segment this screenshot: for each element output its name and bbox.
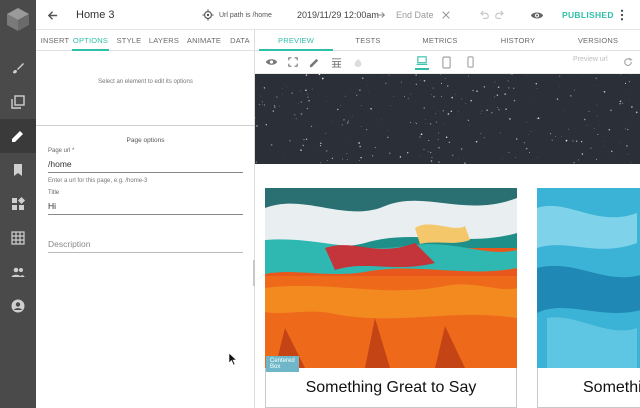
edit-icon xyxy=(12,131,23,142)
tablet-icon xyxy=(441,56,451,68)
select-element-hint: Select an element to edit its options xyxy=(98,79,193,85)
icon-rail xyxy=(0,0,36,408)
tab-tests[interactable]: TESTS xyxy=(333,30,403,51)
laptop-icon xyxy=(416,55,428,65)
card-title: Something Great to Say xyxy=(265,368,517,408)
top-bar: Home 3 Url path is /home 2019/11/29 12:0… xyxy=(36,0,640,30)
tab-history[interactable]: HISTORY xyxy=(483,30,553,51)
panel-divider xyxy=(36,125,255,126)
eye-icon xyxy=(265,59,277,65)
panel-tabs: INSERT OPTIONS STYLE LAYERS ANIMATE DATA xyxy=(36,30,255,51)
start-date-field[interactable]: 2019/11/29 12:00am xyxy=(297,0,379,30)
tab-layers[interactable]: LAYERS xyxy=(148,30,180,51)
rail-people-button[interactable] xyxy=(0,255,36,289)
close-icon xyxy=(442,11,450,19)
rail-edit-button[interactable] xyxy=(0,119,36,153)
widgets-icon xyxy=(12,196,26,210)
pencil-icon xyxy=(309,58,318,67)
tab-insert[interactable]: INSERT xyxy=(40,30,70,51)
mouse-cursor-icon xyxy=(228,352,238,366)
redo-button[interactable] xyxy=(494,0,506,30)
rail-layers-button[interactable] xyxy=(0,85,36,119)
end-date-field[interactable]: End Date xyxy=(396,0,434,30)
url-path-button[interactable]: Url path is /home xyxy=(202,0,272,30)
undo-icon xyxy=(480,10,489,19)
tab-style[interactable]: STYLE xyxy=(115,30,143,51)
tablet-view-button[interactable] xyxy=(439,55,453,69)
logo-cube-icon xyxy=(5,6,31,32)
preview-visibility-button[interactable] xyxy=(530,0,544,30)
refresh-icon xyxy=(624,57,633,66)
card-title-partial: Somethi xyxy=(537,368,640,408)
hot-button[interactable] xyxy=(351,55,365,69)
rail-account-button[interactable] xyxy=(0,289,36,323)
description-underline xyxy=(48,252,243,253)
fullscreen-icon xyxy=(288,57,298,67)
abstract-painting-image xyxy=(265,188,517,368)
hero-starfield-image xyxy=(255,74,640,164)
table-view-button[interactable] xyxy=(329,55,343,69)
more-vert-icon xyxy=(620,9,624,21)
bookmark-icon xyxy=(14,164,22,176)
desktop-view-button[interactable] xyxy=(415,53,429,70)
rail-bookmark-button[interactable] xyxy=(0,153,36,187)
rail-widgets-button[interactable] xyxy=(0,187,36,221)
options-panel: INSERT OPTIONS STYLE LAYERS ANIMATE DATA… xyxy=(36,30,255,408)
fire-icon xyxy=(354,57,362,67)
content-card-partial[interactable]: Somethi xyxy=(537,188,640,408)
clear-date-button[interactable] xyxy=(441,0,451,30)
redo-icon xyxy=(495,10,504,19)
abstract-painting-image-2 xyxy=(537,188,640,368)
page-url-label: Page url * xyxy=(48,148,75,154)
layers-icon xyxy=(11,95,25,109)
refresh-button[interactable] xyxy=(621,55,635,69)
page-title: Home 3 xyxy=(76,9,115,21)
brush-icon xyxy=(13,63,24,74)
fullscreen-button[interactable] xyxy=(286,55,300,69)
preview-tabs: PREVIEW TESTS METRICS HISTORY VERSIONS xyxy=(255,30,640,51)
grid-icon xyxy=(11,231,25,245)
people-icon xyxy=(11,267,25,277)
title-underline xyxy=(48,214,243,215)
tab-preview[interactable]: PREVIEW xyxy=(259,30,333,51)
rail-grid-button[interactable] xyxy=(0,221,36,255)
tab-options[interactable]: OPTIONS xyxy=(72,30,109,51)
date-arrow-icon xyxy=(376,0,386,30)
rail-brush-button[interactable] xyxy=(0,51,36,85)
page-url-help: Enter a url for this page, e.g. /home-3 xyxy=(48,178,148,184)
back-arrow-icon xyxy=(47,10,58,20)
preview-area: PREVIEW TESTS METRICS HISTORY VERSIONS P… xyxy=(255,30,640,408)
url-path-label: Url path is /home xyxy=(219,11,272,19)
page-url-underline xyxy=(48,172,243,173)
title-input[interactable]: Hi xyxy=(48,201,56,211)
phone-icon xyxy=(466,56,474,68)
eye-icon xyxy=(530,12,544,18)
location-icon xyxy=(202,9,214,21)
preview-toolbar: Preview url xyxy=(255,51,640,74)
back-button[interactable] xyxy=(46,0,59,30)
page-options-heading: Page options xyxy=(126,137,165,144)
published-status[interactable]: PUBLISHED xyxy=(562,0,614,30)
phone-view-button[interactable] xyxy=(463,55,477,69)
tab-metrics[interactable]: METRICS xyxy=(405,30,475,51)
tab-animate[interactable]: ANIMATE xyxy=(185,30,223,51)
preview-url-link[interactable]: Preview url xyxy=(573,56,608,63)
page-url-input[interactable]: /home xyxy=(48,159,72,169)
edit-mode-button[interactable] xyxy=(307,55,321,69)
table-icon xyxy=(331,57,341,68)
description-input[interactable]: Description xyxy=(48,239,91,249)
toggle-visibility-button[interactable] xyxy=(264,55,278,69)
undo-button[interactable] xyxy=(478,0,490,30)
title-label: Title xyxy=(48,190,60,196)
more-menu-button[interactable] xyxy=(620,0,624,30)
tab-data[interactable]: DATA xyxy=(228,30,252,51)
tab-versions[interactable]: VERSIONS xyxy=(563,30,633,51)
account-icon xyxy=(11,299,25,313)
